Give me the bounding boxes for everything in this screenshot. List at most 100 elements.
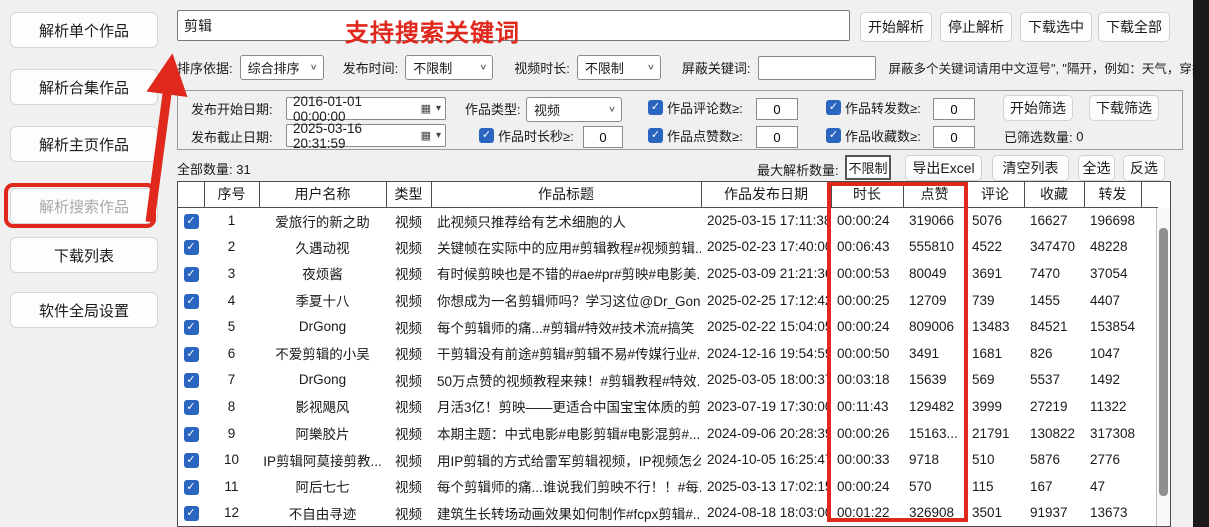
checkbox-checked-icon[interactable]: ✓ [479, 128, 494, 143]
cell-shares: 11322 [1084, 393, 1141, 420]
header-duration[interactable]: 时长 [831, 182, 903, 207]
max-parse-input[interactable]: 不限制 [845, 155, 891, 180]
cell-collects: 167 [1024, 473, 1084, 500]
header-type[interactable]: 类型 [386, 182, 431, 207]
cell-title: 有时候剪映也是不错的#ae#pr#剪映#电影美... [431, 260, 701, 287]
vertical-scrollbar[interactable] [1156, 208, 1170, 526]
filtered-count: 已筛选数量: 0 [1004, 127, 1083, 146]
cell-type: 视频 [386, 260, 431, 287]
row-checkbox[interactable]: ✓ [184, 400, 199, 415]
start-filter-button[interactable]: 开始筛选 [1003, 95, 1073, 121]
row-checkbox[interactable]: ✓ [184, 240, 199, 255]
cell-seq: 5 [204, 313, 259, 340]
cell-title: 你想成为一名剪辑师吗？学习这位@Dr_Gon... [431, 287, 701, 314]
header-select [178, 182, 204, 207]
sidebar-item-parse-homepage[interactable]: 解析主页作品 [10, 126, 158, 162]
cell-likes: 570 [903, 473, 966, 500]
checkbox-checked-icon[interactable]: ✓ [648, 128, 663, 143]
sidebar-item-parse-search[interactable]: 解析搜索作品 [10, 188, 158, 224]
sidebar-item-parse-collection[interactable]: 解析合集作品 [10, 69, 158, 105]
end-date-picker[interactable]: 2025-03-16 20:31:59 ▦ ▾ [286, 124, 446, 147]
start-date-picker[interactable]: 2016-01-01 00:00:00 ▦ ▾ [286, 97, 446, 120]
header-seq[interactable]: 序号 [204, 182, 259, 207]
header-collects[interactable]: 收藏 [1024, 182, 1084, 207]
cell-date: 2025-03-05 18:00:37 [701, 367, 831, 394]
row-checkbox[interactable]: ✓ [184, 294, 199, 309]
invert-selection-button[interactable]: 反选 [1123, 155, 1165, 181]
header-title[interactable]: 作品标题 [431, 182, 701, 207]
checkbox-checked-icon[interactable]: ✓ [648, 100, 663, 115]
row-checkbox[interactable]: ✓ [184, 480, 199, 495]
comment-min-input[interactable] [756, 98, 798, 120]
header-date[interactable]: 作品发布日期 [701, 182, 831, 207]
cell-title: 此视频只推荐给有艺术细胞的人 [431, 207, 701, 234]
table-row: ✓12不自由寻迹视频建筑生长转场动画效果如何制作#fcpx剪辑#...2024-… [178, 500, 1158, 527]
scrollbar-thumb[interactable] [1159, 228, 1168, 496]
checkbox-checked-icon[interactable]: ✓ [826, 100, 841, 115]
start-parse-button[interactable]: 开始解析 [860, 12, 932, 42]
sidebar-item-global-settings[interactable]: 软件全局设置 [10, 292, 158, 328]
block-keyword-input[interactable] [758, 56, 876, 80]
row-checkbox[interactable]: ✓ [184, 347, 199, 362]
cell-shares: 4407 [1084, 287, 1141, 314]
select-all-button[interactable]: 全选 [1078, 155, 1115, 181]
calendar-icon: ▦ [421, 102, 431, 115]
sidebar-item-download-list[interactable]: 下载列表 [10, 237, 158, 273]
collect-min-input[interactable] [933, 126, 975, 148]
cell-likes: 80049 [903, 260, 966, 287]
results-table: 序号 用户名称 类型 作品标题 作品发布日期 时长 点赞 评论 收藏 转发 ✓1… [177, 181, 1171, 527]
cell-seq: 11 [204, 473, 259, 500]
table-row: ✓1爱旅行的新之助视频此视频只推荐给有艺术细胞的人2025-03-15 17:1… [178, 207, 1158, 234]
cell-comments: 5076 [966, 207, 1024, 234]
block-keyword-hint: 屏蔽多个关键词请用中文逗号", "隔开，例如：天气，穿搭 [889, 58, 1205, 77]
row-checkbox[interactable]: ✓ [184, 320, 199, 335]
search-input[interactable] [177, 10, 850, 41]
end-date-label: 发布截止日期: [191, 127, 273, 146]
header-shares[interactable]: 转发 [1084, 182, 1141, 207]
cell-date: 2025-03-13 17:02:15 [701, 473, 831, 500]
download-all-button[interactable]: 下载全部 [1098, 12, 1170, 42]
header-comments[interactable]: 评论 [966, 182, 1024, 207]
cell-collects: 16627 [1024, 207, 1084, 234]
work-type-select[interactable]: 视频∨ [526, 97, 622, 122]
cell-user: 夜烦酱 [259, 260, 386, 287]
header-likes[interactable]: 点赞 [903, 182, 966, 207]
sort-by-select[interactable]: 综合排序∨ [240, 55, 324, 80]
row-checkbox[interactable]: ✓ [184, 373, 199, 388]
sort-bar: 排序依据: 综合排序∨ 发布时间: 不限制∨ 视频时长: 不限制∨ 屏蔽关键词:… [177, 55, 1204, 80]
caret-down-icon: ▾ [436, 103, 441, 114]
row-checkbox[interactable]: ✓ [184, 453, 199, 468]
share-min-input[interactable] [933, 98, 975, 120]
cell-title: 本期主题：中式电影#电影剪辑#电影混剪#... [431, 420, 701, 447]
download-filter-button[interactable]: 下载筛选 [1089, 95, 1159, 121]
clear-list-button[interactable]: 清空列表 [992, 155, 1069, 181]
row-checkbox[interactable]: ✓ [184, 506, 199, 521]
duration-min-checkbox-group: ✓ 作品时长秒≥: [479, 126, 574, 145]
cell-date: 2024-09-06 20:28:39 [701, 420, 831, 447]
chevron-down-icon: ∨ [310, 62, 318, 72]
row-checkbox[interactable]: ✓ [184, 427, 199, 442]
cell-type: 视频 [386, 367, 431, 394]
cell-comments: 3501 [966, 500, 1024, 527]
cell-seq: 10 [204, 446, 259, 473]
publish-time-select[interactable]: 不限制∨ [405, 55, 493, 80]
block-keyword-label: 屏蔽关键词: [682, 58, 751, 77]
checkbox-checked-icon[interactable]: ✓ [826, 128, 841, 143]
table-header-row: 序号 用户名称 类型 作品标题 作品发布日期 时长 点赞 评论 收藏 转发 [178, 182, 1158, 207]
like-min-checkbox-group: ✓ 作品点赞数≥: [648, 126, 743, 145]
row-checkbox[interactable]: ✓ [184, 267, 199, 282]
stop-parse-button[interactable]: 停止解析 [940, 12, 1012, 42]
cell-duration: 00:11:43 [831, 393, 903, 420]
export-excel-button[interactable]: 导出Excel [905, 155, 982, 181]
header-user[interactable]: 用户名称 [259, 182, 386, 207]
sidebar-item-parse-single[interactable]: 解析单个作品 [10, 12, 158, 48]
start-date-label: 发布开始日期: [191, 99, 273, 118]
cell-duration: 00:00:24 [831, 473, 903, 500]
video-duration-select[interactable]: 不限制∨ [577, 55, 661, 80]
like-min-input[interactable] [756, 126, 798, 148]
cell-shares: 48228 [1084, 234, 1141, 261]
filter-panel: 发布开始日期: 2016-01-01 00:00:00 ▦ ▾ 作品类型: 视频… [177, 90, 1183, 150]
row-checkbox[interactable]: ✓ [184, 214, 199, 229]
download-selected-button[interactable]: 下载选中 [1020, 12, 1092, 42]
duration-min-input[interactable] [583, 126, 623, 148]
